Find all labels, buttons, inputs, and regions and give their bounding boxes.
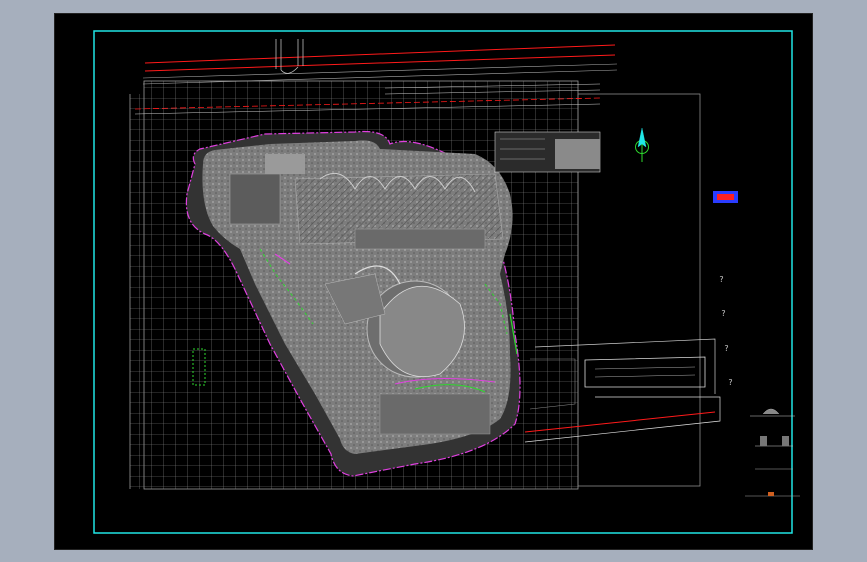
site-plan-drawing[interactable] (55, 14, 812, 549)
drawing-sheet[interactable]: ? ? ? ? (54, 13, 813, 550)
gate-building (494, 131, 601, 173)
side-mark: ? (728, 378, 733, 387)
legend-swatch-icon (713, 191, 738, 203)
side-mark: ? (719, 275, 724, 284)
side-mark: ? (721, 309, 726, 318)
side-mark: ? (724, 344, 729, 353)
north-arrow-icon (635, 127, 649, 162)
